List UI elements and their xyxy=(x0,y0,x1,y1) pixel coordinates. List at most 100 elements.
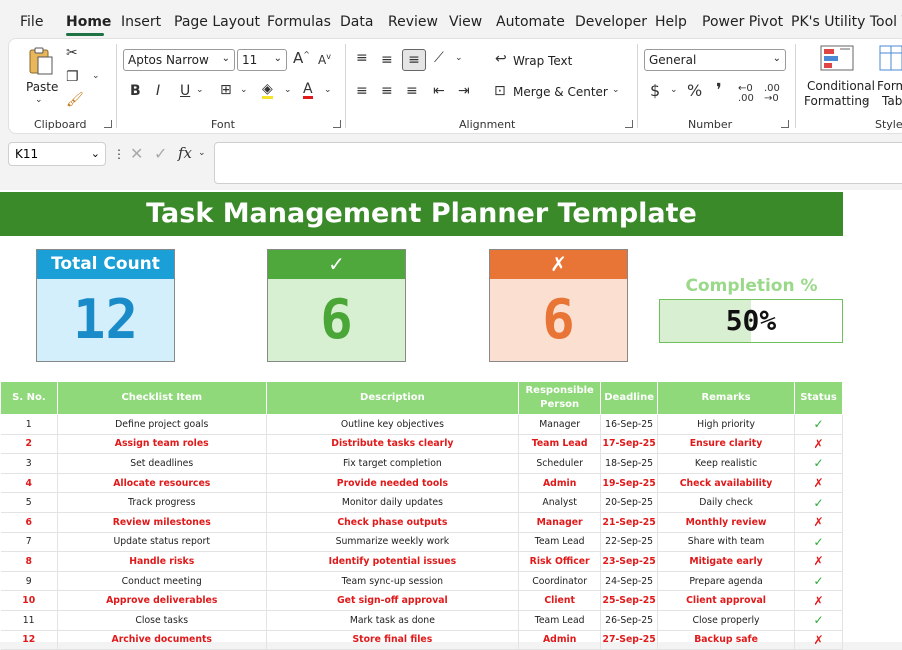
cell-checklist-item[interactable]: Approve deliverables xyxy=(57,590,267,611)
format-as-table-label[interactable]: Form xyxy=(877,79,902,93)
cell-sno[interactable]: 8 xyxy=(0,551,58,572)
enter-icon[interactable]: ✓ xyxy=(154,146,167,162)
decrease-indent-icon[interactable]: ⇤ xyxy=(433,84,445,98)
table-row[interactable]: 5 Track progress Monitor daily updates Anal… xyxy=(0,492,844,513)
paste-icon[interactable] xyxy=(27,46,55,76)
menu-power-pivot[interactable]: Power Pivot xyxy=(702,14,783,30)
cell-deadline[interactable]: 16-Sep-25 xyxy=(600,414,659,435)
cell-status[interactable]: ✗ xyxy=(794,434,844,455)
cell-sno[interactable]: 3 xyxy=(0,453,58,474)
cell-person[interactable]: Team Lead xyxy=(518,434,602,455)
insert-function-icon[interactable]: fx xyxy=(178,146,192,161)
menu-automate[interactable]: Automate xyxy=(496,14,565,30)
bold-icon[interactable]: B xyxy=(130,84,141,98)
menu-home[interactable]: Home xyxy=(66,14,111,30)
cell-deadline[interactable]: 23-Sep-25 xyxy=(600,551,659,572)
cancel-icon[interactable]: ✕ xyxy=(130,146,143,162)
cell-person[interactable]: Admin xyxy=(518,630,602,650)
copy-chevron-icon[interactable]: ⌄ xyxy=(92,72,100,81)
cell-remarks[interactable]: Check availability xyxy=(657,473,795,494)
cell-deadline[interactable]: 25-Sep-25 xyxy=(600,590,659,611)
cell-remarks[interactable]: Mitigate early xyxy=(657,551,795,572)
menu-data[interactable]: Data xyxy=(340,14,373,30)
col-header-sno[interactable]: S. No. xyxy=(0,381,58,415)
fill-color-chevron-icon[interactable]: ⌄ xyxy=(284,86,292,95)
cell-description[interactable]: Distribute tasks clearly xyxy=(266,434,520,455)
table-row[interactable]: 8 Handle risks Identify potential issues Ri… xyxy=(0,551,844,572)
cell-sno[interactable]: 5 xyxy=(0,492,58,513)
cell-description[interactable]: Store final files xyxy=(266,630,520,650)
cell-description[interactable]: Provide needed tools xyxy=(266,473,520,494)
cell-person[interactable]: Scheduler xyxy=(518,453,602,474)
menu-help[interactable]: Help xyxy=(655,14,687,30)
number-launcher-icon[interactable] xyxy=(781,120,789,128)
wrap-text-icon[interactable]: ↩ xyxy=(495,52,507,66)
cell-description[interactable]: Identify potential issues xyxy=(266,551,520,572)
merge-chevron-icon[interactable]: ⌄ xyxy=(612,86,620,95)
cell-deadline[interactable]: 27-Sep-25 xyxy=(600,630,659,650)
cell-description[interactable]: Summarize weekly work xyxy=(266,532,520,553)
underline-icon[interactable]: U xyxy=(180,84,190,98)
cell-person[interactable]: Team Lead xyxy=(518,610,602,631)
cell-remarks[interactable]: Monthly review xyxy=(657,512,795,533)
underline-chevron-icon[interactable]: ⌄ xyxy=(196,86,204,95)
conditional-formatting-chevron-icon[interactable]: ⌄ xyxy=(862,96,870,105)
cell-deadline[interactable]: 21-Sep-25 xyxy=(600,512,659,533)
cell-status[interactable]: ✓ xyxy=(794,571,844,592)
font-size-select[interactable]: 11 ⌄ xyxy=(237,49,287,71)
table-row[interactable]: 11 Close tasks Mark task as done Team Lead 2… xyxy=(0,610,844,631)
cell-status[interactable]: ✗ xyxy=(794,551,844,572)
cell-checklist-item[interactable]: Review milestones xyxy=(57,512,267,533)
cell-deadline[interactable]: 19-Sep-25 xyxy=(600,473,659,494)
align-bottom-icon[interactable]: ≡ xyxy=(402,49,426,71)
table-row[interactable]: 10 Approve deliverables Get sign-off appro… xyxy=(0,590,844,611)
cell-checklist-item[interactable]: Update status report xyxy=(57,532,267,553)
col-header-remarks[interactable]: Remarks xyxy=(657,381,795,415)
table-row[interactable]: 9 Conduct meeting Team sync-up session Coor… xyxy=(0,571,844,592)
borders-chevron-icon[interactable]: ⌄ xyxy=(240,86,248,95)
name-box[interactable]: K11 ⌄ xyxy=(8,142,106,166)
alignment-launcher-icon[interactable] xyxy=(625,120,633,128)
table-row[interactable]: 2 Assign team roles Distribute tasks clear… xyxy=(0,434,844,455)
cell-checklist-item[interactable]: Handle risks xyxy=(57,551,267,572)
comma-style-icon[interactable]: ❜ xyxy=(716,82,722,100)
copy-icon[interactable]: ❐ xyxy=(66,70,79,84)
format-as-table-label-2[interactable]: Tab xyxy=(882,94,902,108)
align-right-icon[interactable]: ≡ xyxy=(406,84,418,98)
cell-checklist-item[interactable]: Conduct meeting xyxy=(57,571,267,592)
conditional-formatting-label-2[interactable]: Formatting xyxy=(804,94,870,108)
cut-icon[interactable]: ✂ xyxy=(66,46,78,60)
align-middle-icon[interactable]: ≡ xyxy=(381,53,393,67)
cell-sno[interactable]: 12 xyxy=(0,630,58,650)
table-row[interactable]: 12 Archive documents Store final files Admi… xyxy=(0,630,844,650)
align-center-icon[interactable]: ≡ xyxy=(381,84,393,98)
cell-status[interactable]: ✓ xyxy=(794,414,844,435)
menu-view[interactable]: View xyxy=(449,14,482,30)
cell-checklist-item[interactable]: Set deadlines xyxy=(57,453,267,474)
cell-remarks[interactable]: Share with team xyxy=(657,532,795,553)
cell-description[interactable]: Team sync-up session xyxy=(266,571,520,592)
merge-center-button[interactable]: Merge & Center xyxy=(513,85,608,99)
number-format-select[interactable]: General ⌄ xyxy=(644,49,786,71)
decrease-font-size-icon[interactable]: Av xyxy=(318,53,331,67)
italic-icon[interactable]: I xyxy=(156,84,160,98)
table-row[interactable]: 7 Update status report Summarize weekly wo… xyxy=(0,532,844,553)
cell-sno[interactable]: 7 xyxy=(0,532,58,553)
cell-deadline[interactable]: 22-Sep-25 xyxy=(600,532,659,553)
currency-chevron-icon[interactable]: ⌄ xyxy=(670,86,678,95)
cell-status[interactable]: ✓ xyxy=(794,532,844,553)
menu-review[interactable]: Review xyxy=(388,14,438,30)
increase-decimal-icon[interactable]: ←0.00 xyxy=(738,84,754,104)
merge-center-icon[interactable]: ⊡ xyxy=(494,84,506,98)
conditional-formatting-icon[interactable] xyxy=(820,45,854,74)
worksheet[interactable]: Task Management Planner Template Total C… xyxy=(0,190,902,650)
menu-insert[interactable]: Insert xyxy=(121,14,161,30)
orientation-icon[interactable]: ⟋ xyxy=(434,51,444,65)
orientation-chevron-icon[interactable]: ⌄ xyxy=(455,54,463,63)
conditional-formatting-label[interactable]: Conditional xyxy=(807,79,875,93)
cell-status[interactable]: ✗ xyxy=(794,512,844,533)
cell-checklist-item[interactable]: Track progress xyxy=(57,492,267,513)
cell-description[interactable]: Check phase outputs xyxy=(266,512,520,533)
align-top-icon[interactable]: ≡ xyxy=(356,51,368,65)
table-row[interactable]: 6 Review milestones Check phase outputs Man… xyxy=(0,512,844,533)
